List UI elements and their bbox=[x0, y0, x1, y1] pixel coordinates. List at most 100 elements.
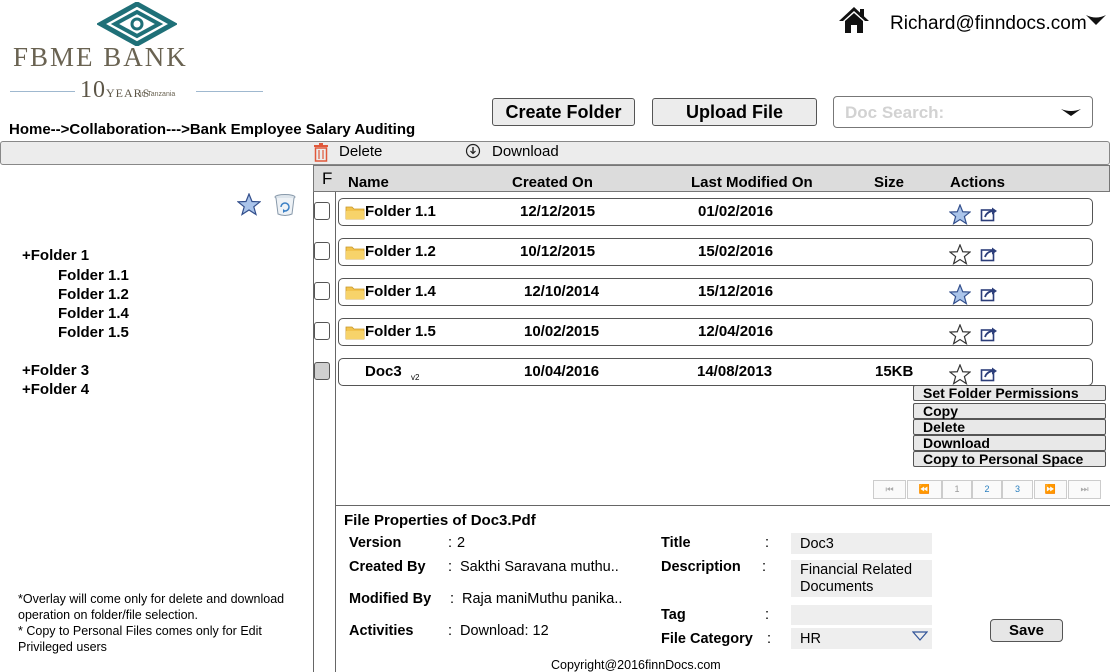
doc-search-placeholder: Doc Search: bbox=[845, 103, 945, 122]
description-value-line-1: Financial Related bbox=[800, 562, 913, 578]
star-outline-icon[interactable] bbox=[948, 323, 972, 350]
folder-icon bbox=[345, 244, 365, 265]
pager-next-icon[interactable]: ⏩ bbox=[1034, 480, 1067, 499]
create-folder-button[interactable]: Create Folder bbox=[492, 98, 635, 126]
row-checkbox[interactable] bbox=[314, 362, 330, 380]
file-properties-title: File Properties of Doc3.Pdf bbox=[344, 512, 536, 529]
user-menu-chevron-down-icon[interactable] bbox=[1085, 14, 1107, 26]
save-button[interactable]: Save bbox=[990, 619, 1063, 642]
file-category-value: HR bbox=[800, 631, 821, 647]
select-column-header: F bbox=[322, 169, 333, 188]
home-icon[interactable] bbox=[838, 6, 870, 34]
folder-icon bbox=[345, 284, 365, 305]
footer-copyright: Copyright@2016finnDocs.com bbox=[551, 658, 721, 672]
properties-divider bbox=[336, 505, 1110, 506]
title-field[interactable]: Doc3 bbox=[791, 533, 932, 554]
row-version-badge: v2 bbox=[411, 373, 420, 382]
share-icon[interactable] bbox=[980, 286, 998, 307]
activities-colon: : bbox=[448, 623, 453, 639]
column-header-name[interactable]: Name bbox=[348, 174, 389, 191]
star-outline-icon[interactable] bbox=[948, 243, 972, 270]
breadcrumb[interactable]: Home-->Collaboration--->Bank Employee Sa… bbox=[9, 121, 415, 138]
upload-file-button[interactable]: Upload File bbox=[652, 98, 817, 126]
search-dropdown-chevron-down-icon[interactable] bbox=[1060, 108, 1082, 117]
row-name[interactable]: Folder 1.2 bbox=[365, 243, 436, 260]
title-label: Title bbox=[661, 535, 691, 551]
row-name[interactable]: Doc3 bbox=[365, 363, 402, 380]
pager-last-icon[interactable]: ⏭ bbox=[1068, 480, 1101, 499]
pager-page-1[interactable]: 1 bbox=[942, 480, 972, 499]
tree-folder-1[interactable]: +Folder 1 bbox=[22, 247, 89, 264]
row-name[interactable]: Folder 1.1 bbox=[365, 203, 436, 220]
pager-first-icon[interactable]: ⏮ bbox=[873, 480, 906, 499]
row-created-on: 10/04/2016 bbox=[524, 363, 600, 380]
row-checkbox[interactable] bbox=[314, 282, 330, 300]
selection-toolbar: Delete Download bbox=[0, 141, 1110, 165]
tree-folder-1-1[interactable]: Folder 1.1 bbox=[58, 267, 129, 284]
delete-button[interactable]: Delete bbox=[339, 143, 382, 160]
folder-icon bbox=[345, 324, 365, 345]
logo-emblem-icon bbox=[97, 2, 177, 46]
row-last-modified: 12/04/2016 bbox=[698, 323, 774, 340]
tree-folder-1-2[interactable]: Folder 1.2 bbox=[58, 286, 129, 303]
logo-name: FBME BANK bbox=[13, 42, 188, 72]
title-colon: : bbox=[765, 535, 770, 551]
row-last-modified: 01/02/2016 bbox=[698, 203, 774, 220]
row-name[interactable]: Folder 1.4 bbox=[365, 283, 436, 300]
menu-item-set-folder-permissions[interactable]: Set Folder Permissions bbox=[913, 385, 1106, 401]
row-checkbox[interactable] bbox=[314, 322, 330, 340]
doc-search-input[interactable]: Doc Search: bbox=[833, 96, 1093, 128]
tree-folder-4[interactable]: +Folder 4 bbox=[22, 381, 89, 398]
folder-icon bbox=[345, 204, 365, 225]
row-last-modified: 15/02/2016 bbox=[698, 243, 774, 260]
share-icon[interactable] bbox=[980, 206, 998, 227]
favorites-star-icon[interactable] bbox=[237, 193, 261, 216]
menu-item-copy[interactable]: Copy bbox=[913, 403, 1106, 419]
menu-item-download[interactable]: Download bbox=[913, 435, 1106, 451]
download-button[interactable]: Download bbox=[492, 143, 559, 160]
logo-years-number: 10 bbox=[80, 77, 106, 103]
pager-page-2[interactable]: 2 bbox=[972, 480, 1002, 499]
description-label: Description bbox=[661, 559, 741, 575]
row-name[interactable]: Folder 1.5 bbox=[365, 323, 436, 340]
file-category-label: File Category bbox=[661, 631, 753, 647]
star-filled-icon[interactable] bbox=[948, 203, 972, 230]
tree-folder-3[interactable]: +Folder 3 bbox=[22, 362, 89, 379]
column-header-size[interactable]: Size bbox=[874, 174, 904, 191]
file-category-chevron-down-icon[interactable] bbox=[912, 631, 928, 641]
note-line-4: Privileged users bbox=[18, 640, 107, 654]
row-last-modified: 14/08/2013 bbox=[697, 363, 773, 380]
row-created-on: 12/10/2014 bbox=[524, 283, 600, 300]
star-filled-icon[interactable] bbox=[948, 283, 972, 310]
description-colon: : bbox=[762, 559, 767, 575]
file-category-select[interactable]: HR bbox=[791, 628, 932, 649]
logo-line-left bbox=[10, 91, 75, 92]
download-info-icon[interactable] bbox=[465, 143, 481, 159]
description-field[interactable]: Financial Related Documents bbox=[791, 560, 932, 597]
description-value-line-2: Documents bbox=[800, 579, 874, 595]
column-header-created[interactable]: Created On bbox=[512, 174, 593, 191]
tag-colon: : bbox=[765, 607, 770, 623]
checkbox-column-divider bbox=[335, 192, 336, 672]
user-email[interactable]: Richard@finndocs.com bbox=[890, 13, 1087, 35]
tree-folder-1-5[interactable]: Folder 1.5 bbox=[58, 324, 129, 341]
created-by-value: Sakthi Saravana muthu.. bbox=[460, 559, 619, 575]
row-checkbox[interactable] bbox=[314, 242, 330, 260]
tag-field[interactable] bbox=[791, 605, 932, 625]
menu-item-delete[interactable]: Delete bbox=[913, 419, 1106, 435]
column-header-modified[interactable]: Last Modified On bbox=[691, 174, 813, 191]
created-by-colon: : bbox=[448, 559, 453, 575]
pager-prev-icon[interactable]: ⏪ bbox=[907, 480, 942, 499]
tree-folder-1-4[interactable]: Folder 1.4 bbox=[58, 305, 129, 322]
delete-trash-icon[interactable] bbox=[313, 143, 329, 162]
recycle-bin-icon[interactable] bbox=[273, 193, 297, 217]
share-icon[interactable] bbox=[980, 366, 998, 387]
file-table-header: F Name Created On Last Modified On Size … bbox=[313, 165, 1110, 192]
row-created-on: 12/12/2015 bbox=[520, 203, 596, 220]
row-checkbox[interactable] bbox=[314, 202, 330, 220]
share-icon[interactable] bbox=[980, 246, 998, 267]
share-icon[interactable] bbox=[980, 326, 998, 347]
menu-item-copy-to-personal-space[interactable]: Copy to Personal Space bbox=[913, 451, 1106, 467]
version-colon: : bbox=[448, 535, 453, 551]
pager-page-3[interactable]: 3 bbox=[1002, 480, 1033, 499]
